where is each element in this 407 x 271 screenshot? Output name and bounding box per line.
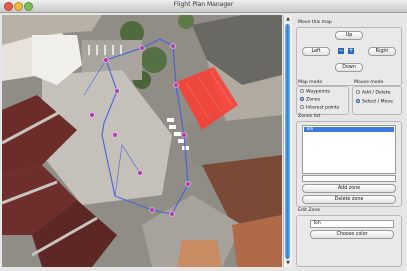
scroll-up-icon[interactable]: ▲ [285,16,291,22]
zone-list-item[interactable]: Toh [304,127,394,132]
radio-waypoints[interactable]: Waypoints [300,89,330,95]
radio-off-icon [300,89,304,93]
new-zone-name-input[interactable] [302,175,396,182]
scroll-down-icon[interactable]: ▼ [285,260,291,266]
aerial-map [2,15,282,267]
move-map-group: Up Left − + Right Down [296,27,402,86]
radio-zones[interactable]: Zones [300,97,320,103]
radio-label: Add / Delete [362,90,391,96]
radio-label: Select / Move [362,99,393,105]
radio-label: Waypoints [306,89,330,95]
delete-zone-button[interactable]: Delete zone [302,195,396,204]
radio-label: Zones [306,97,321,103]
radio-off-icon [356,90,360,94]
radio-on-icon [300,97,304,101]
zone-name-input[interactable]: Toh [310,220,394,228]
radio-add-delete[interactable]: Add / Delete [356,90,390,96]
mouse-mode-group: Add / Delete Select / Move [352,86,402,115]
window-title: Flight Plan Manager [173,1,234,8]
mouse-mode-label: Mouse mode [354,80,384,85]
zones-list-label: Zones list [298,114,321,119]
map-mode-group: Waypoints Zones Interest points [296,86,349,115]
radio-interest-points[interactable]: Interest points [300,105,339,111]
app-window: Flight Plan Manager ▲ ▼ Move this map Up… [0,0,407,271]
zones-listbox[interactable]: Toh [302,125,396,174]
radio-on-icon [356,99,360,103]
zoom-in-button[interactable]: + [348,48,354,54]
pan-up-button[interactable]: Up [335,31,363,40]
map-vertical-scrollbar[interactable]: ▲ ▼ [283,15,292,267]
map-mode-label: Map mode [298,80,323,85]
scrollbar-thumb[interactable] [285,24,290,259]
title-bar: Flight Plan Manager [0,0,407,13]
radio-select-move[interactable]: Select / Move [356,99,393,105]
radio-label: Interest points [306,105,340,111]
pan-right-button[interactable]: Right [368,47,396,56]
map-canvas[interactable] [2,15,282,267]
choose-color-button[interactable]: Choose color [310,230,394,239]
add-zone-button[interactable]: Add zone [302,184,396,193]
pan-left-button[interactable]: Left [302,47,330,56]
radio-off-icon [300,105,304,109]
edit-zone-group: Toh Choose color [296,215,402,267]
edit-zone-label: Edit Zone [298,208,321,213]
zones-list-group: Toh Add zone Delete zone [296,121,402,207]
zoom-out-button[interactable]: − [338,48,344,54]
pan-down-button[interactable]: Down [335,63,363,72]
move-map-label: Move this map [298,20,332,25]
control-panel: Move this map Up Left − + Right Down Map… [292,13,405,269]
